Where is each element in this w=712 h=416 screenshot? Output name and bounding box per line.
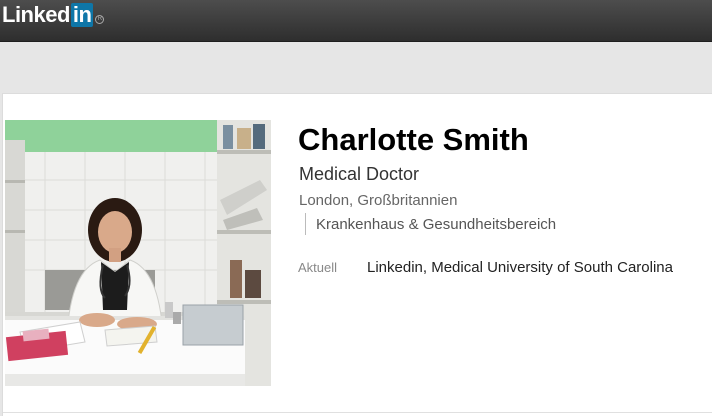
industry-divider <box>305 213 306 235</box>
profile-card: Charlotte Smith Medical Doctor London, G… <box>2 93 712 416</box>
registered-mark-icon: R <box>95 14 105 24</box>
profile-photo-image <box>5 120 271 386</box>
profile-industry[interactable]: Krankenhaus & Gesundheitsbereich <box>316 216 556 233</box>
profile-location[interactable]: London, Großbritannien <box>299 192 457 209</box>
logo-text: Linked <box>2 2 70 27</box>
card-divider <box>3 412 712 413</box>
profile-photo[interactable] <box>5 120 271 386</box>
current-position-label: Aktuell <box>298 260 338 275</box>
current-position-value[interactable]: Linkedin, Medical University of South Ca… <box>367 259 673 276</box>
top-navigation-bar: Linked in R <box>0 0 712 42</box>
profile-name: Charlotte Smith <box>298 122 529 157</box>
profile-headline: Medical Doctor <box>299 164 420 184</box>
linkedin-logo[interactable]: Linked in R <box>2 2 105 27</box>
logo-in-box: in <box>70 2 94 27</box>
